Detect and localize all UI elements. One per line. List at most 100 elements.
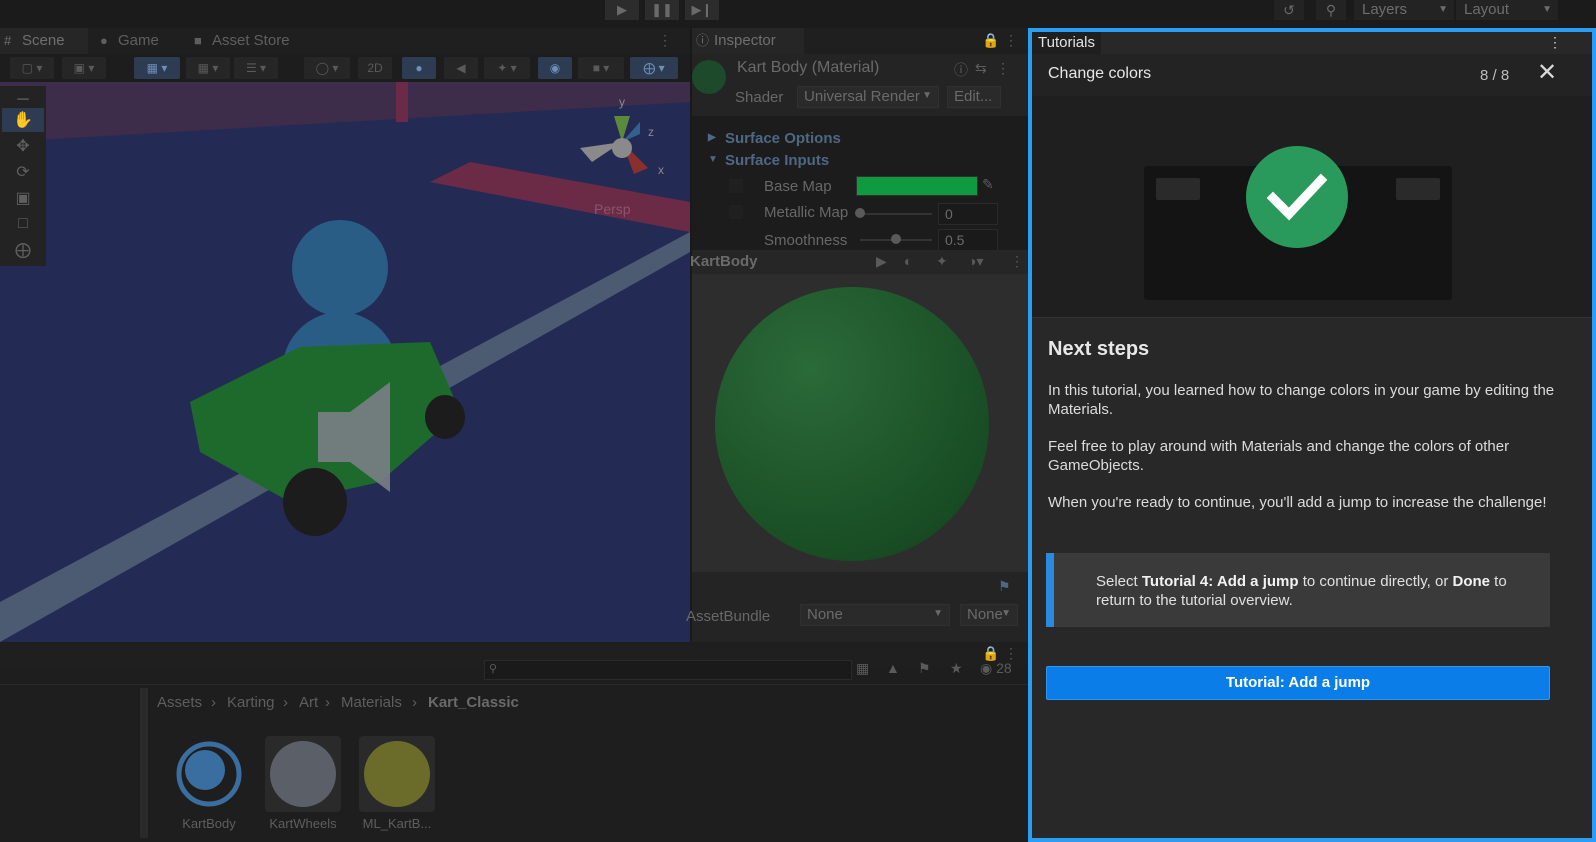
scene-viewport[interactable]: y z x Persp ─ ✋ ✥ ⟳ ▣ □ ⨁	[0, 82, 690, 642]
more-menu-icon[interactable]: ⋮	[1004, 32, 1018, 49]
camera-button[interactable]: ■ ▾	[578, 57, 624, 79]
transform-tool-button[interactable]: ⨁	[2, 238, 44, 262]
pause-button[interactable]: ❚❚	[645, 0, 679, 20]
preview-header: KartBody ▶ ◐ ✦ ◑▾ ⋮	[690, 250, 1028, 274]
material-name: Kart Body (Material)	[737, 59, 880, 76]
breadcrumb-item[interactable]: Assets	[157, 694, 202, 711]
metallic-map-slot[interactable]	[729, 205, 743, 219]
tutorial-header: Change colors 8 / 8 ✕	[1032, 54, 1592, 96]
preset-icon[interactable]: ⇆	[975, 60, 987, 77]
rotate-icon: ⟳	[16, 164, 30, 181]
metallic-slider-track[interactable]	[855, 208, 932, 218]
callout-mid: to continue directly, or	[1298, 573, 1453, 590]
breadcrumb-item[interactable]: Art	[299, 694, 318, 711]
preview-shape-icon[interactable]: ◑▾	[968, 253, 983, 270]
metallic-value-field[interactable]: 0	[938, 203, 998, 225]
hidden-packages-toggle[interactable]: ◉ 28	[980, 660, 1012, 677]
2d-toggle[interactable]: 2D	[358, 57, 392, 79]
smoothness-slider-track[interactable]	[860, 234, 932, 244]
move-icon: ✥	[16, 138, 30, 155]
lighting-toggle[interactable]: ●	[402, 57, 436, 79]
hand-icon: ✋	[13, 112, 33, 129]
next-tutorial-button[interactable]: Tutorial: Add a jump	[1046, 666, 1550, 700]
close-icon[interactable]: ✕	[1534, 60, 1560, 86]
gizmos-button[interactable]: ⨁ ▾	[630, 57, 678, 79]
breadcrumb-item[interactable]: Karting	[227, 694, 275, 711]
callout-next-tutorial: Tutorial 4: Add a jump	[1141, 573, 1299, 590]
assetbundle-variant: None	[967, 606, 1003, 623]
chevron-right-icon: ›	[211, 694, 216, 711]
hand-tool-button[interactable]: ✋	[2, 108, 44, 132]
move-tool-button[interactable]: ✥	[2, 134, 44, 158]
asset-thumbnail-kartwheels[interactable]	[265, 736, 341, 812]
sphere-icon[interactable]: ◐	[904, 253, 912, 269]
tab-inspector[interactable]: ⓘ Inspector	[692, 28, 804, 54]
tab-game[interactable]: ● Game	[96, 28, 186, 54]
tab-label: Game	[118, 32, 159, 49]
increment-snap-button[interactable]: ▦ ▾	[186, 57, 230, 79]
breadcrumb-item[interactable]: Materials	[341, 694, 402, 711]
shader-dropdown[interactable]: Universal Render ▼	[797, 86, 939, 108]
edit-shader-button[interactable]: Edit...	[947, 86, 1001, 108]
assetbundle-variant-dropdown[interactable]: None ▼	[960, 604, 1018, 626]
search-icon: ⚲	[489, 663, 498, 675]
folder-scrollbar[interactable]	[140, 688, 148, 838]
help-icon[interactable]: ⓘ	[954, 60, 968, 80]
tag-icon[interactable]: ⚑	[998, 578, 1011, 595]
grid-snap-button[interactable]: ▦ ▾	[134, 57, 180, 79]
favorite-star-icon[interactable]: ★	[950, 660, 963, 677]
project-search-input[interactable]: ⚲	[484, 660, 852, 680]
gizmo-icon: ⨁ ▾	[643, 61, 665, 75]
tab-scene[interactable]: # Scene	[0, 28, 88, 54]
play-button[interactable]: ▶	[605, 0, 639, 20]
visibility-toggle[interactable]: ◉	[538, 57, 572, 79]
filter-label-icon[interactable]: ▲	[886, 660, 900, 676]
tab-asset-store[interactable]: ■ Asset Store	[190, 28, 310, 54]
history-button[interactable]: ↺	[1274, 0, 1304, 20]
audio-toggle[interactable]: ◀	[444, 57, 478, 79]
ruler-button[interactable]: ☰ ▾	[234, 57, 278, 79]
gizmo-y-label: y	[619, 95, 625, 109]
layers-dropdown[interactable]: Layers ▼	[1354, 0, 1454, 20]
asset-thumbnail-kartbody[interactable]	[171, 736, 247, 812]
hidden-count: 28	[996, 660, 1012, 676]
tutorial-paragraph: Feel free to play around with Materials …	[1048, 438, 1510, 474]
search-button[interactable]: ⚲	[1316, 0, 1346, 20]
callout-pre: Select	[1096, 573, 1142, 590]
base-map-color-field[interactable]	[856, 176, 978, 196]
material-preview-sphere	[715, 287, 989, 561]
tab-tutorials[interactable]: Tutorials	[1032, 32, 1101, 54]
lock-icon[interactable]: 🔒	[982, 32, 999, 49]
more-menu-icon[interactable]: ⋮	[1548, 34, 1562, 51]
asset-name: ML_KartB...	[362, 816, 432, 831]
breadcrumb-current[interactable]: Kart_Classic	[428, 694, 519, 711]
rect-tool-button[interactable]: □	[2, 212, 44, 236]
smoothness-slider-thumb[interactable]	[891, 234, 901, 244]
shader-label: Shader	[735, 89, 784, 106]
metallic-slider-thumb[interactable]	[855, 208, 865, 218]
material-preview[interactable]	[692, 274, 1028, 572]
effects-button[interactable]: ✦ ▾	[484, 57, 530, 79]
chevron-down-icon: ▼	[1542, 4, 1552, 15]
surface-inputs-foldout[interactable]: ▼ Surface Inputs	[692, 152, 1028, 174]
rotate-tool-button[interactable]: ⟳	[2, 160, 44, 184]
more-menu-icon[interactable]: ⋮	[996, 60, 1010, 77]
play-icon[interactable]: ▶	[876, 253, 887, 270]
more-menu-icon[interactable]: ⋮	[1010, 253, 1024, 270]
asset-thumbnail-ml-kartb[interactable]	[359, 736, 435, 812]
step-button[interactable]: ▶❙	[685, 0, 719, 20]
lights-icon[interactable]: ✦	[936, 253, 948, 270]
scale-tool-button[interactable]: ▣	[2, 186, 44, 210]
draw-mode-button[interactable]: ▢ ▾	[10, 57, 54, 79]
filter-type-icon[interactable]: ▦	[856, 660, 869, 677]
assetbundle-dropdown[interactable]: None ▼	[800, 604, 950, 626]
more-menu-icon[interactable]: ⋮	[658, 32, 672, 49]
layout-dropdown[interactable]: Layout ▼	[1456, 0, 1558, 20]
smoothness-value-field[interactable]: 0.5	[938, 229, 998, 251]
tag-icon[interactable]: ⚑	[918, 660, 931, 677]
eyedropper-icon[interactable]: ✎	[982, 176, 994, 193]
surface-options-foldout[interactable]: ▶ Surface Options	[692, 130, 1028, 152]
shading-button[interactable]: ◯ ▾	[304, 57, 350, 79]
base-map-slot[interactable]	[729, 179, 743, 193]
render-mode-button[interactable]: ▣ ▾	[62, 57, 106, 79]
